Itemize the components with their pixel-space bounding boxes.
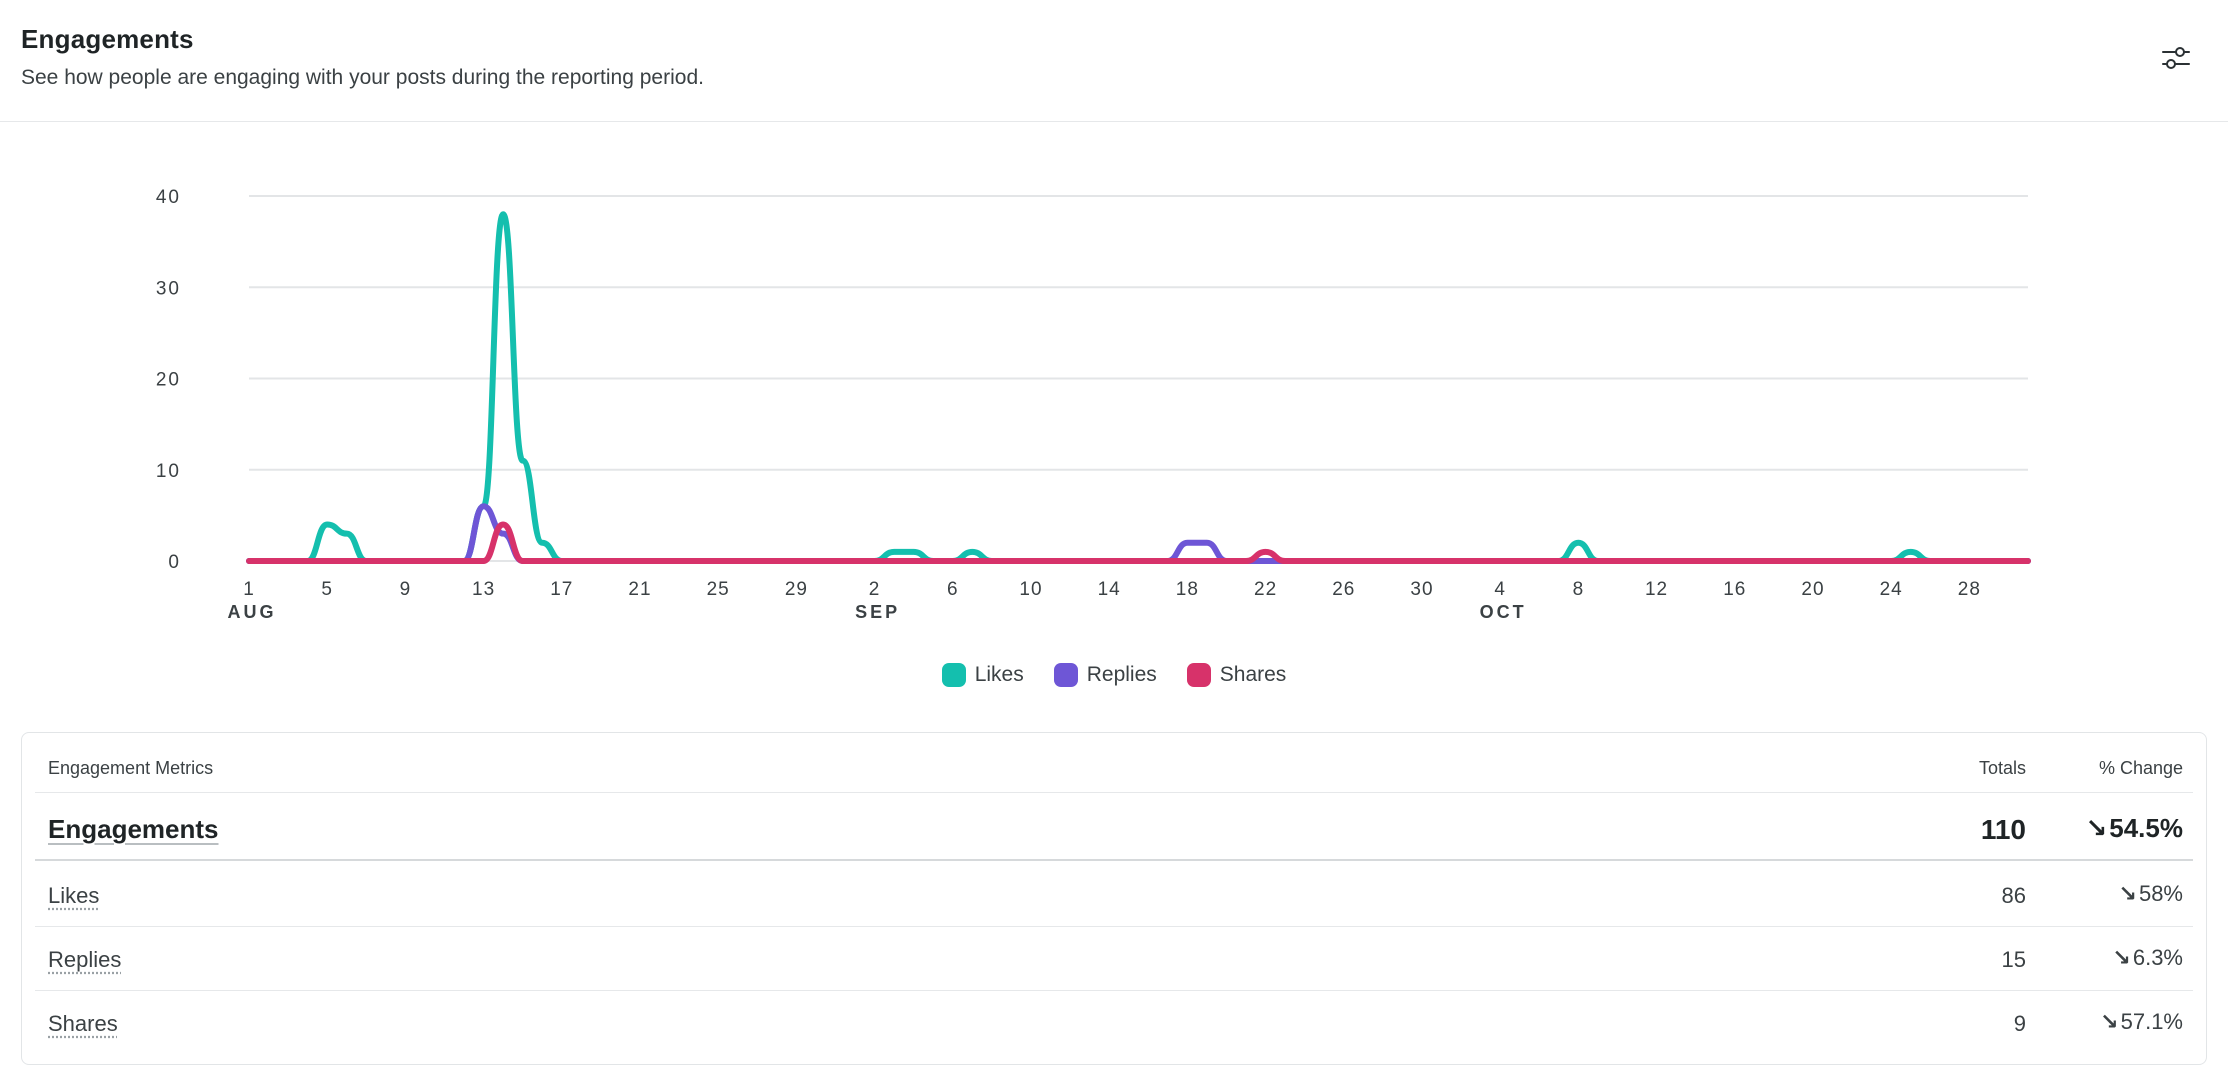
settings-button[interactable] [2160,42,2192,74]
x-tick-label: 21 [628,579,651,600]
legend-label-shares: Shares [1219,663,1287,686]
engagements-link[interactable]: Engagements [48,814,219,845]
replies-link[interactable]: Replies [48,947,121,973]
x-tick-label: 26 [1332,579,1355,600]
replies-total: 15 [2001,947,2026,972]
x-month-label: AUG [228,602,277,622]
x-tick-label: 16 [1723,579,1746,600]
column-header-totals: Totals [1978,758,2026,778]
x-tick-label: 25 [707,579,730,600]
shares-change: ↘57.1% [2100,1009,2183,1035]
likes-change-value: 58% [2138,881,2183,906]
x-tick-label: 1 [243,579,255,600]
trend-down-icon: ↘ [2112,945,2131,970]
likes-change: ↘58% [2119,881,2183,907]
legend-item-shares[interactable]: Shares [1186,660,1287,690]
shares-change-value: 57.1% [2120,1009,2183,1034]
series-line-shares [246,521,2031,564]
column-header-change: % Change [2098,758,2183,778]
y-tick-label: 20 [156,370,181,391]
sliders-icon [2162,47,2190,69]
x-tick-label: 28 [1958,579,1981,600]
legend-swatch-likes [941,663,966,687]
table-row-likes: Likes 86 ↘58% [35,863,2193,927]
x-month-label: SEP [855,602,900,622]
y-tick-label: 40 [156,187,181,208]
x-tick-label: 30 [1410,579,1433,600]
x-month-label: OCT [1480,602,1527,622]
x-tick-label: 9 [400,579,412,600]
series-line-likes [246,211,2031,564]
table-row-shares: Shares 9 ↘57.1% [35,991,2193,1055]
legend-item-replies[interactable]: Replies [1053,660,1157,690]
likes-link[interactable]: Likes [48,883,99,909]
legend-swatch-shares [1186,663,1211,687]
engagements-total: 110 [1980,814,2026,845]
replies-change: ↘6.3% [2112,945,2183,971]
x-tick-label: 12 [1645,579,1668,600]
x-tick-label: 14 [1098,579,1121,600]
x-tick-label: 13 [472,579,495,600]
legend-swatch-replies [1053,663,1078,687]
x-tick-label: 20 [1801,579,1824,600]
x-tick-label: 8 [1573,579,1585,600]
page-subtitle: See how people are engaging with your po… [21,66,704,89]
table-header-row: Engagement Metrics Totals % Change [35,733,2193,793]
x-tick-label: 5 [321,579,333,600]
x-tick-label: 10 [1019,579,1042,600]
shares-link[interactable]: Shares [48,1011,118,1037]
y-tick-label: 10 [156,461,181,482]
legend-label-likes: Likes [974,663,1024,686]
engagements-change-value: 54.5% [2109,813,2183,843]
engagements-chart: 0 10 20 30 40 1 AUG 5 9 13 17 21 25 29 2 SEP 6 10 14 18 22 26… [0,130,2228,690]
shares-total: 9 [2013,1011,2026,1036]
chart-svg: 0 10 20 30 40 1AUG 5 9 13 17 21 25 29 2SEP 6 10 14 18 22 26… [156,187,2031,622]
x-tick-label: 4 [1494,579,1506,600]
x-tick-label: 24 [1880,579,1903,600]
y-tick-label: 0 [168,552,181,573]
x-tick-label: 6 [947,579,959,600]
chart-legend: Likes Replies Shares [0,660,2228,690]
replies-change-value: 6.3% [2132,945,2183,970]
x-tick-label: 18 [1176,579,1199,600]
table-row-engagements: Engagements 110 ↘54.5% [35,793,2193,861]
legend-label-replies: Replies [1086,663,1157,686]
table-row-replies: Replies 15 ↘6.3% [35,927,2193,991]
engagement-metrics-table: Engagement Metrics Totals % Change Engag… [21,732,2207,1065]
x-tick-label: 29 [785,579,808,600]
trend-down-icon: ↘ [2118,881,2137,906]
x-tick-label: 22 [1254,579,1277,600]
legend-item-likes[interactable]: Likes [941,660,1024,690]
trend-down-icon: ↘ [2100,1009,2119,1034]
column-header-metrics: Engagement Metrics [48,758,214,778]
y-tick-label: 30 [156,278,181,299]
trend-down-icon: ↘ [2085,813,2108,843]
likes-total: 86 [2001,883,2026,908]
engagements-change: ↘54.5% [2085,813,2183,844]
x-tick-label: 17 [550,579,573,600]
page-header: Engagements See how people are engaging … [0,0,2228,122]
x-tick-label: 2 [869,579,881,600]
page-title: Engagements [21,24,194,54]
